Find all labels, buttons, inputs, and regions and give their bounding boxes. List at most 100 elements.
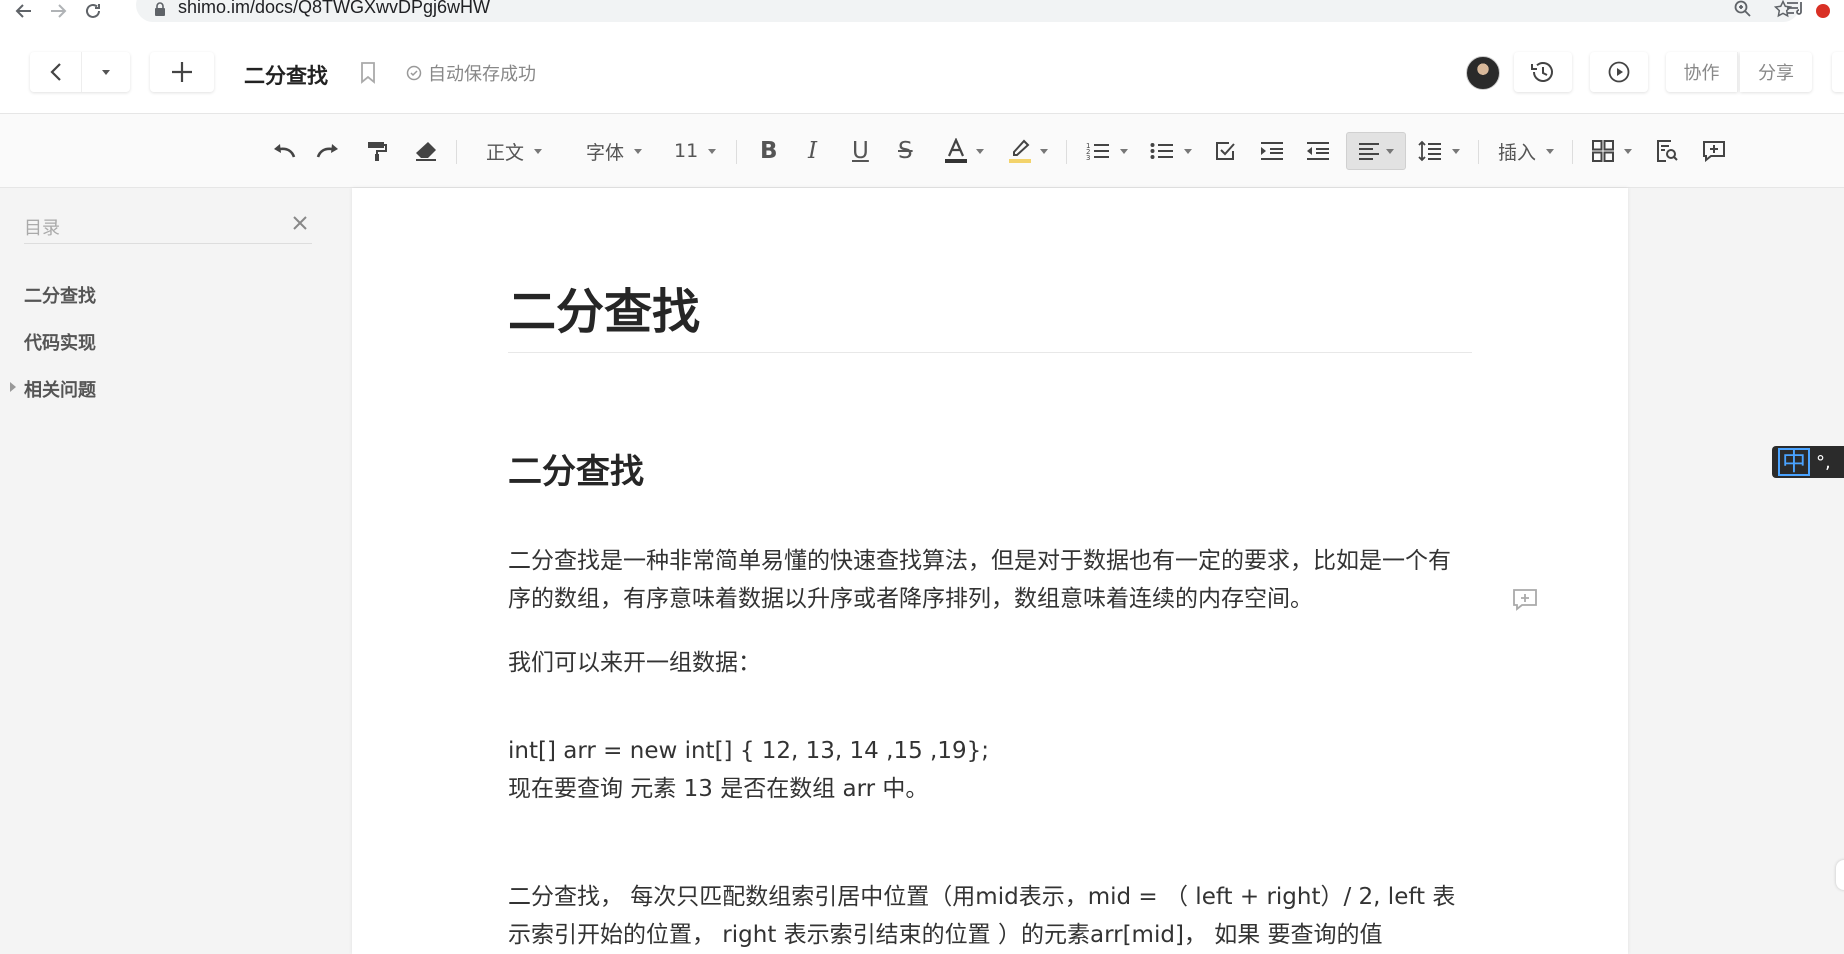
paragraph: 现在要查询 元素 13 是否在数组 arr 中。 [508,776,929,802]
avatar[interactable] [1466,56,1500,90]
find-replace-button[interactable] [1656,136,1678,166]
add-comment-button[interactable] [1702,136,1726,166]
close-icon[interactable] [292,214,308,236]
autosave-status: 自动保存成功 [406,60,536,86]
italic-button[interactable]: I [808,136,817,166]
paragraph: 二分查找是一种非常简单易懂的快速查找算法，但是对于数据也有一定的要求，比如是一个… [508,548,1451,612]
text-color-button[interactable] [944,136,984,166]
strikethrough-icon: S [898,138,913,164]
font-size-label: 11 [674,140,699,162]
autosave-text: 自动保存成功 [428,64,536,85]
ime-punct: °, [1816,451,1831,473]
history-button[interactable] [1514,52,1572,92]
share-button[interactable]: 分享 [1740,52,1812,92]
bold-button[interactable]: B [760,136,778,166]
toolbar-divider [456,140,457,164]
align-button[interactable] [1346,132,1406,170]
section-heading: 二分查找 [508,452,644,492]
scroll-handle[interactable] [1836,860,1844,890]
toc-sidebar: 目录 二分查找 代码实现 相关问题 [0,188,350,954]
collaborate-button[interactable]: 协作 [1666,52,1738,92]
zoom-icon[interactable] [1734,0,1752,23]
italic-icon: I [808,138,818,164]
history-clock-icon [1531,62,1553,82]
format-painter-button[interactable] [366,136,388,166]
toc-item-code[interactable]: 代码实现 [24,329,96,355]
check-circle-icon [406,65,422,81]
document-search-icon [1657,140,1678,162]
document-page: 二分查找 二分查找 二分查找是一种非常简单易懂的快速查找算法，但是对于数据也有一… [352,188,1628,954]
indent-decrease-icon [1307,142,1329,160]
paragraph: 二分查找， 每次只匹配数组索引居中位置（用mid表示，mid = （ left … [508,884,1456,948]
reload-icon[interactable] [82,0,104,22]
toolbar-divider [736,140,737,164]
nav-button-group [30,52,130,92]
caret-down-icon [1624,148,1632,154]
indent-increase-button[interactable] [1260,136,1284,166]
bookmark-icon[interactable] [360,62,376,84]
chevron-left-icon [49,63,61,81]
toc-item-related[interactable]: 相关问题 [24,376,96,402]
insert-label: 插入 [1498,141,1537,164]
strikethrough-button[interactable]: S [898,136,913,166]
profile-icon[interactable] [1816,4,1830,18]
address-bar[interactable]: shimo.im/docs/Q8TWGXwvDPgj6wHW [136,0,1800,22]
toc-title: 目录 [24,218,60,239]
document-title[interactable]: 二分查找 [244,60,328,90]
ordered-list-button[interactable]: 123 [1086,136,1128,166]
paragraph-style-select[interactable]: 正文 [486,136,543,166]
indent-decrease-button[interactable] [1306,136,1330,166]
caret-down-icon [102,69,110,75]
font-size-select[interactable]: 11 [674,136,717,166]
caret-down-icon [1120,148,1128,154]
ime-mode: 中 [1778,448,1810,476]
underline-button[interactable]: U [852,136,869,166]
toc-item-binary-search[interactable]: 二分查找 [24,282,96,308]
insert-menu-button[interactable]: 插入 [1498,136,1555,166]
font-family-select[interactable]: 字体 [586,136,643,166]
reading-list-icon[interactable] [1786,0,1804,20]
svg-text:3: 3 [1086,154,1090,161]
bullet-list-button[interactable] [1150,136,1192,166]
format-toolbar: 正文 字体 11 B I U S 123 插入 [0,114,1844,188]
layout-grid-button[interactable] [1592,136,1632,166]
paint-roller-icon [368,142,387,161]
inline-comment-icon[interactable] [1512,588,1538,612]
clear-format-button[interactable] [414,136,438,166]
back-button[interactable] [30,52,82,92]
toc-header: 目录 [24,214,312,244]
toolbar-divider [1572,140,1573,164]
forward-arrow-icon[interactable] [48,0,70,22]
redo-button[interactable] [314,136,342,166]
checklist-button[interactable] [1214,136,1236,166]
caret-down-icon [634,148,643,154]
highlight-color-button[interactable] [1008,136,1048,166]
code-line: int[] arr = new int[] { 12, 13, 14 ,15 ,… [508,738,989,764]
lock-icon [155,2,165,16]
toolbar-divider [1478,140,1479,164]
paragraph: 我们可以来开一组数据： [508,650,761,676]
bullet-list-icon [1150,143,1173,159]
history-dropdown-button[interactable] [82,52,130,92]
underline-icon: U [852,138,869,164]
back-arrow-icon[interactable] [12,0,34,22]
present-button[interactable] [1590,52,1648,92]
caret-down-icon [1452,148,1460,154]
line-spacing-icon [1418,140,1441,162]
expand-arrow-icon[interactable] [10,382,16,392]
undo-button[interactable] [270,136,298,166]
title-divider [508,352,1472,353]
eraser-icon [416,142,436,161]
ime-indicator[interactable]: 中 °, [1772,446,1844,478]
more-button[interactable] [1832,52,1844,92]
paragraph-style-label: 正文 [486,141,525,164]
url-text: shimo.im/docs/Q8TWGXwvDPgj6wHW [178,0,491,17]
comment-plus-icon [1703,141,1725,162]
text-color-icon [945,138,967,163]
caret-down-icon [1184,148,1192,154]
highlighter-icon [1009,139,1031,163]
new-doc-button-group [150,52,214,92]
new-document-button[interactable] [150,52,214,92]
redo-icon [316,144,338,158]
line-spacing-button[interactable] [1418,136,1460,166]
